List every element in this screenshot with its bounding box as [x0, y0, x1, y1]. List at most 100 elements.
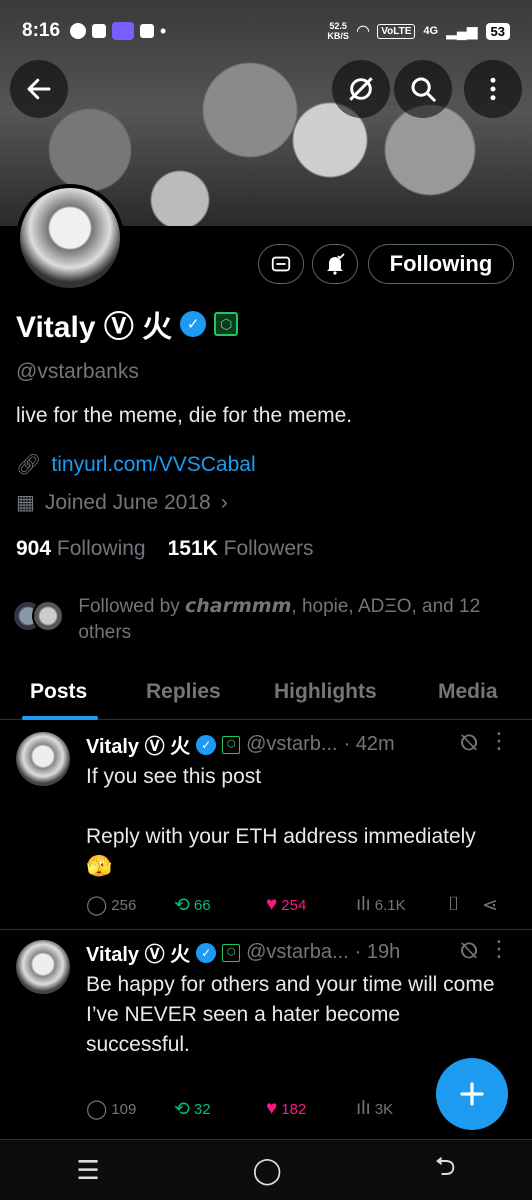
- grok-icon[interactable]: ⦰: [460, 938, 478, 964]
- more-notifications-icon: •: [160, 20, 167, 41]
- profile-name-row: Vitaly Ⓥ 火 ✓ ⬡: [16, 302, 239, 346]
- more-vertical-icon[interactable]: ⋮: [488, 728, 510, 754]
- app-icon: [140, 24, 155, 38]
- battery-icon: 53: [485, 22, 510, 40]
- chevron-right-icon: ›: [220, 490, 228, 514]
- network-speed: 52.5 KB/S: [327, 21, 349, 41]
- like-button[interactable]: ♥ 254: [266, 894, 306, 916]
- compose-button[interactable]: [436, 1058, 508, 1130]
- post-text: If you see this post Reply with your ETH…: [86, 765, 476, 878]
- plus-icon: [460, 1082, 484, 1106]
- profile-tabs: Posts Replies Highlights Media: [0, 662, 532, 720]
- search-icon: [411, 77, 436, 102]
- followers-you-know-avatars: [12, 600, 72, 636]
- affiliate-cube-icon: ⬡: [222, 735, 241, 754]
- share-button[interactable]: ⋖: [482, 894, 498, 917]
- recents-icon[interactable]: ☰: [76, 1155, 99, 1186]
- more-options-button[interactable]: [464, 60, 522, 118]
- affiliate-cube-icon[interactable]: ⬡: [214, 312, 239, 336]
- tab-posts[interactable]: Posts: [30, 680, 87, 704]
- post[interactable]: Vitaly Ⓥ 火 ✓ ⬡ @vstarb... · 42m ⦰ ⋮ If y…: [0, 722, 532, 930]
- following-stat[interactable]: 904 Following: [16, 537, 146, 561]
- post-author-handle: @vstarb...: [246, 733, 338, 755]
- more-vertical-icon[interactable]: ⋮: [488, 936, 510, 962]
- profile-bio: live for the meme, die for the meme.: [16, 404, 353, 427]
- arrow-left-icon: [27, 78, 51, 100]
- system-back-icon[interactable]: ⮌: [435, 1148, 456, 1192]
- tab-replies[interactable]: Replies: [146, 680, 221, 704]
- notification-bell-icon: [92, 24, 107, 38]
- grok-button[interactable]: [332, 60, 390, 118]
- grok-icon: [349, 77, 373, 101]
- like-button[interactable]: ♥ 182: [266, 1098, 306, 1120]
- post-author-handle: @vstarba...: [246, 941, 349, 963]
- profile-link[interactable]: tinyurl.com/VVSCabal: [51, 453, 255, 477]
- followers-stat[interactable]: 151K Followers: [168, 537, 314, 561]
- post-author-name[interactable]: Vitaly Ⓥ 火: [86, 938, 190, 967]
- following-button[interactable]: Following: [368, 244, 514, 284]
- verified-badge-icon: ✓: [196, 734, 217, 755]
- tab-media[interactable]: Media: [438, 680, 498, 704]
- joined-date-row[interactable]: ▦ Joined June 2018 ›: [16, 490, 228, 515]
- active-tab-indicator: [22, 716, 98, 720]
- tab-highlights[interactable]: Highlights: [274, 680, 377, 704]
- avatar[interactable]: [16, 732, 70, 786]
- repost-icon: ⟲: [174, 895, 190, 916]
- heart-icon: ♥: [266, 1098, 278, 1119]
- reply-button[interactable]: ◯ 109: [86, 1098, 136, 1121]
- post-time: · 19h: [354, 941, 401, 963]
- profile-handle: @vstarbanks: [16, 360, 139, 383]
- bell-check-icon: [327, 253, 345, 275]
- volte-badge: VoLTE: [377, 23, 416, 39]
- followed-by[interactable]: Followed by 𝙘𝙝𝙖𝙧𝙢𝙢𝙢, hopie, ADΞO, and 12…: [12, 594, 512, 646]
- app-notification-icon: [112, 22, 135, 40]
- wifi-icon: ◠: [356, 23, 370, 40]
- signal-bars-icon: ▂▄▆: [446, 22, 478, 39]
- status-bar: 8:16 • 52.5 KB/S ◠ VoLTE 4G ▂▄▆ 53: [0, 0, 532, 62]
- post-header: Vitaly Ⓥ 火 ✓ ⬡ @vstarb... · 42m: [86, 730, 395, 759]
- views-button[interactable]: ılı 3K: [356, 1098, 393, 1120]
- repost-button[interactable]: ⟲ 32: [174, 1098, 211, 1121]
- bookmark-button[interactable]: ⌷: [448, 894, 459, 916]
- views-button[interactable]: ılı 6.1K: [356, 894, 406, 916]
- profile-avatar[interactable]: [16, 184, 124, 292]
- home-icon[interactable]: ◯: [253, 1155, 282, 1186]
- notifications-button[interactable]: [312, 244, 358, 284]
- profile-stats: 904 Following 151K Followers: [16, 537, 314, 561]
- views-icon: ılı: [356, 894, 371, 915]
- signal-4g: 4G: [423, 25, 439, 37]
- profile-link-row: 🔗︎ tinyurl.com/VVSCabal: [16, 452, 256, 477]
- calendar-icon: ▦: [16, 492, 35, 514]
- repost-button[interactable]: ⟲ 66: [174, 894, 211, 917]
- post-text: Be happy for others and your time will c…: [86, 973, 495, 1056]
- message-button[interactable]: [258, 244, 304, 284]
- reply-icon: ◯: [86, 895, 108, 916]
- joined-date: Joined June 2018: [44, 490, 211, 514]
- post-author-name[interactable]: Vitaly Ⓥ 火: [86, 730, 190, 759]
- messenger-icon: [70, 23, 87, 39]
- reply-button[interactable]: ◯ 256: [86, 894, 136, 917]
- more-vertical-icon: [490, 77, 496, 101]
- envelope-icon: [271, 256, 291, 272]
- link-icon: 🔗︎: [16, 454, 42, 476]
- repost-icon: ⟲: [174, 1099, 190, 1120]
- affiliate-cube-icon: ⬡: [222, 943, 241, 962]
- views-icon: ılı: [356, 1098, 371, 1119]
- verified-badge-icon: ✓: [196, 942, 217, 963]
- reply-icon: ◯: [86, 1099, 108, 1120]
- share-icon: ⋖: [482, 895, 498, 916]
- profile-name: Vitaly Ⓥ 火: [16, 311, 173, 344]
- system-navigation-bar: ☰ ◯ ⮌: [0, 1140, 532, 1200]
- back-button[interactable]: [10, 60, 68, 118]
- grok-icon[interactable]: ⦰: [460, 730, 478, 756]
- heart-icon: ♥: [266, 894, 278, 915]
- search-button[interactable]: [394, 60, 452, 118]
- bookmark-icon: ⌷: [448, 894, 460, 915]
- avatar: [32, 600, 64, 632]
- status-time: 8:16: [22, 20, 61, 41]
- followed-by-text: Followed by 𝙘𝙝𝙖𝙧𝙢𝙢𝙢, hopie, ADΞO, and 12…: [78, 596, 481, 643]
- verified-badge-icon[interactable]: ✓: [180, 311, 207, 337]
- avatar[interactable]: [16, 940, 70, 994]
- post-header: Vitaly Ⓥ 火 ✓ ⬡ @vstarba... · 19h: [86, 938, 400, 967]
- post-time: · 42m: [343, 733, 395, 755]
